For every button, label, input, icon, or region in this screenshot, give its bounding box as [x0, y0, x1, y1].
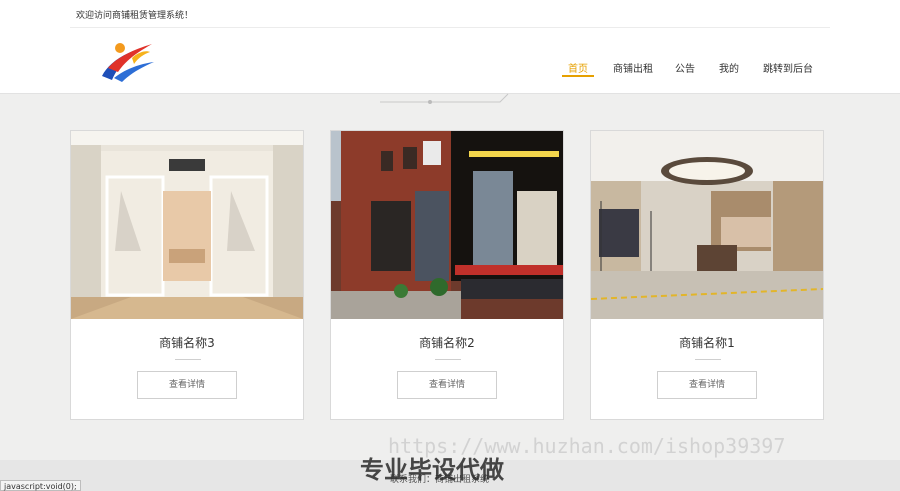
nav-item-home[interactable]: 首页 — [568, 60, 588, 75]
welcome-text: 欢迎访问商铺租赁管理系统！ — [76, 11, 194, 21]
name-underline — [695, 359, 721, 360]
main-nav: 首页 商铺出租 公告 我的 跳转到后台 — [0, 60, 900, 80]
shop-card[interactable]: 商铺名称3 查看详情 — [70, 130, 304, 420]
name-underline — [435, 359, 461, 360]
view-details-button[interactable]: 查看详情 — [137, 371, 237, 399]
shop-photo[interactable] — [331, 131, 563, 319]
nav-item-admin[interactable]: 跳转到后台 — [763, 60, 813, 75]
shop-name[interactable]: 商铺名称3 — [71, 334, 303, 351]
browser-status-bar: javascript:void(0); — [0, 480, 81, 491]
name-underline — [175, 359, 201, 360]
shop-card[interactable]: 商铺名称2 查看详情 — [330, 130, 564, 420]
shop-card[interactable]: 商铺名称1 查看详情 — [590, 130, 824, 420]
nav-item-mine[interactable]: 我的 — [719, 60, 739, 75]
shop-photo[interactable] — [71, 131, 303, 319]
nav-item-shop-rental[interactable]: 商铺出租 — [613, 60, 653, 75]
view-details-button[interactable]: 查看详情 — [397, 371, 497, 399]
overlay-caption: 专业毕设代做 — [360, 456, 504, 484]
view-details-button[interactable]: 查看详情 — [657, 371, 757, 399]
shop-name[interactable]: 商铺名称1 — [591, 334, 823, 351]
nav-item-notice[interactable]: 公告 — [675, 60, 695, 75]
shop-photo[interactable] — [591, 131, 823, 319]
decorative-line — [380, 93, 509, 104]
top-bar: 欢迎访问商铺租赁管理系统！ — [0, 0, 900, 28]
header: 首页 商铺出租 公告 我的 跳转到后台 — [0, 28, 900, 94]
shop-name[interactable]: 商铺名称2 — [331, 334, 563, 351]
nav-active-underline — [562, 75, 594, 77]
